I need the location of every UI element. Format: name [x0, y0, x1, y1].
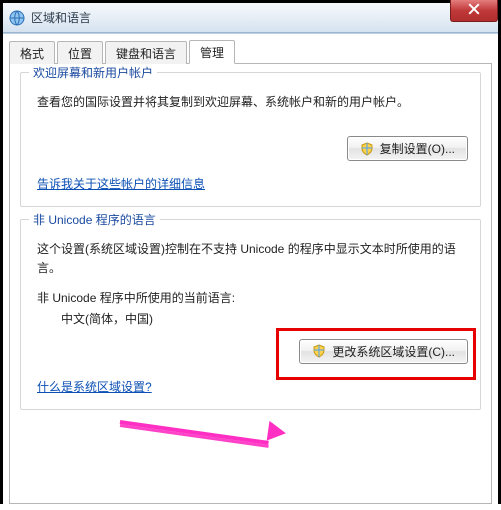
- group-non-unicode-desc: 这个设置(系统区域设置)控制在不支持 Unicode 的程序中显示文本时所使用的…: [37, 240, 468, 278]
- group-non-unicode: 非 Unicode 程序的语言 这个设置(系统区域设置)控制在不支持 Unico…: [20, 219, 481, 409]
- tab-location[interactable]: 位置: [57, 41, 103, 64]
- tab-admin[interactable]: 管理: [189, 40, 235, 64]
- change-system-locale-button[interactable]: 更改系统区域设置(C)...: [299, 339, 468, 364]
- current-locale-value: 中文(简体，中国): [61, 310, 468, 327]
- tab-keyboard[interactable]: 键盘和语言: [105, 41, 187, 64]
- group-non-unicode-title: 非 Unicode 程序的语言: [29, 211, 160, 228]
- shield-icon: [360, 142, 374, 156]
- group-welcome-title: 欢迎屏幕和新用户帐户: [29, 64, 157, 81]
- group-welcome-desc: 查看您的国际设置并将其复制到欢迎屏幕、系统帐户和新的用户帐户。: [37, 93, 468, 112]
- tab-strip: 格式 位置 键盘和语言 管理: [9, 40, 492, 64]
- globe-icon: [9, 10, 25, 26]
- current-locale-label: 非 Unicode 程序中所使用的当前语言:: [37, 289, 468, 306]
- window-title: 区域和语言: [31, 9, 91, 26]
- shield-icon: [312, 344, 326, 358]
- what-is-locale-link[interactable]: 什么是系统区域设置?: [37, 378, 152, 395]
- copy-settings-button[interactable]: 复制设置(O)...: [347, 136, 468, 161]
- change-system-locale-label: 更改系统区域设置(C)...: [332, 343, 455, 360]
- tab-panel-admin: 欢迎屏幕和新用户帐户 查看您的国际设置并将其复制到欢迎屏幕、系统帐户和新的用户帐…: [9, 64, 492, 504]
- copy-settings-label: 复制设置(O)...: [380, 140, 455, 157]
- group-welcome-screen: 欢迎屏幕和新用户帐户 查看您的国际设置并将其复制到欢迎屏幕、系统帐户和新的用户帐…: [20, 72, 481, 207]
- titlebar: 区域和语言: [3, 3, 498, 33]
- close-icon: [468, 3, 480, 18]
- tab-format[interactable]: 格式: [9, 41, 55, 64]
- accounts-info-link[interactable]: 告诉我关于这些帐户的详细信息: [37, 175, 205, 192]
- close-button[interactable]: [450, 0, 498, 22]
